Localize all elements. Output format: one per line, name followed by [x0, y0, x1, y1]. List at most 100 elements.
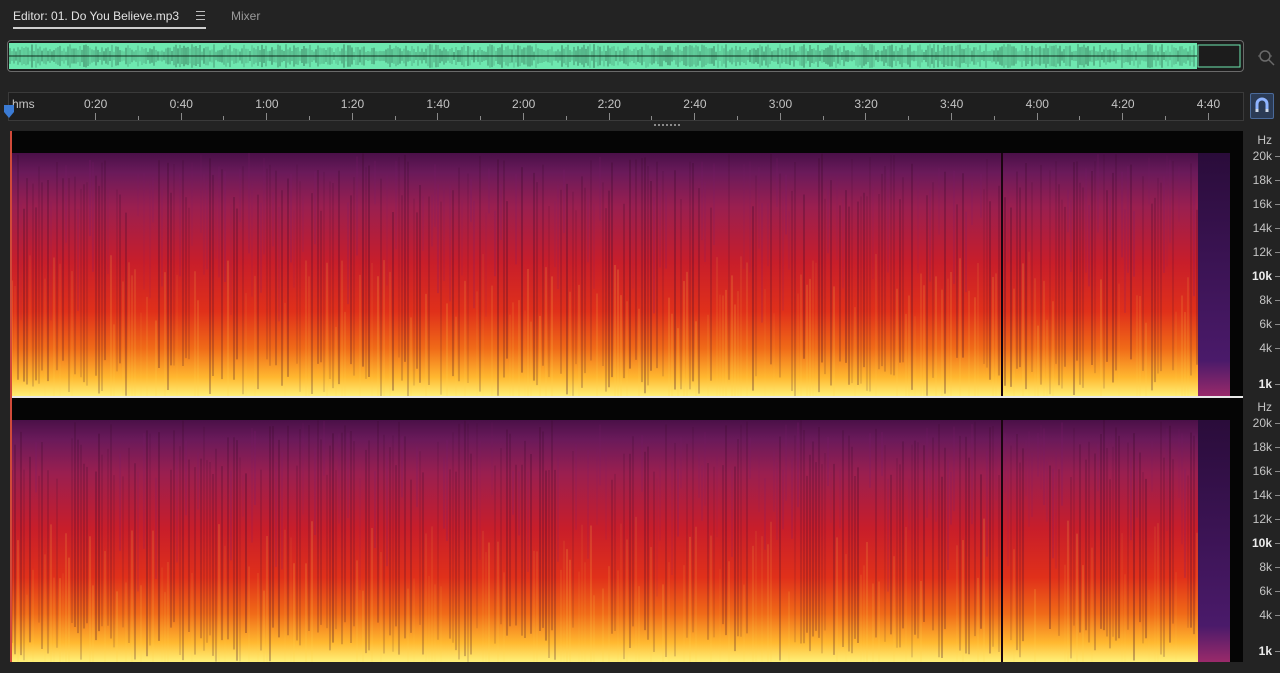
- tab-mixer[interactable]: Mixer: [231, 9, 260, 23]
- frequency-tick-label: 18k: [1252, 173, 1272, 187]
- frequency-tick-label: 10k: [1251, 536, 1272, 550]
- time-tick-label: 4:40: [1196, 97, 1221, 111]
- tab-bar: Editor: 01. Do You Believe.mp3 Mixer: [0, 0, 1280, 34]
- frequency-tick: [1275, 384, 1280, 385]
- overview-waveform-graphic: [9, 43, 1241, 69]
- time-tick: [951, 113, 952, 120]
- zoom-icon[interactable]: [1256, 47, 1276, 67]
- time-tick-label: 2:20: [597, 97, 621, 111]
- frequency-tick-label: 20k: [1252, 149, 1272, 163]
- time-minor-tick: [1165, 116, 1166, 120]
- frequency-tick-label: 4k: [1259, 341, 1272, 355]
- time-tick: [1207, 113, 1209, 120]
- frequency-tick-label: 4k: [1259, 608, 1272, 622]
- time-tick: [437, 113, 439, 120]
- time-tick: [351, 113, 353, 120]
- time-tick: [1036, 113, 1038, 120]
- time-tick: [180, 113, 182, 120]
- frequency-tick-label: 16k: [1252, 464, 1272, 478]
- frequency-tick: [1275, 447, 1280, 448]
- frequency-tick-label: 8k: [1259, 560, 1272, 574]
- frequency-tick: [1275, 204, 1280, 205]
- frequency-tick: [1275, 519, 1280, 520]
- time-tick-label: 3:20: [854, 97, 878, 111]
- spectrogram-left-graphic: [10, 131, 1243, 397]
- frequency-tick-label: 12k: [1252, 245, 1272, 259]
- frequency-tick: [1275, 543, 1280, 544]
- spectrogram-right-graphic: [10, 398, 1243, 662]
- spectrogram-channel-right[interactable]: [10, 398, 1243, 662]
- selection-start-edge: [10, 131, 12, 662]
- frequency-tick: [1275, 651, 1280, 652]
- overview-waveform[interactable]: [7, 40, 1244, 72]
- time-minor-tick: [480, 116, 482, 120]
- frequency-tick-label: 12k: [1252, 512, 1272, 526]
- time-tick: [694, 113, 696, 120]
- spectrogram-channel-left[interactable]: [10, 131, 1243, 397]
- time-minor-tick: [651, 116, 653, 120]
- frequency-unit-label: Hz: [1257, 133, 1272, 147]
- time-tick-label: 2:40: [683, 97, 707, 111]
- frequency-tick-label: 18k: [1252, 440, 1272, 454]
- time-tick: [523, 113, 524, 120]
- time-tick: [779, 113, 781, 120]
- frequency-tick: [1275, 324, 1280, 325]
- playhead-marker-icon[interactable]: [3, 104, 15, 120]
- time-minor-tick: [394, 116, 396, 120]
- snap-magnet-icon[interactable]: [1250, 93, 1274, 119]
- frequency-tick: [1275, 180, 1280, 181]
- frequency-tick: [1275, 300, 1280, 301]
- time-tick-label: 4:00: [1025, 97, 1049, 111]
- time-minor-tick: [737, 116, 738, 120]
- time-tick-label: 0:40: [169, 97, 193, 111]
- time-tick: [95, 113, 96, 120]
- time-minor-tick: [908, 116, 910, 120]
- time-tick-label: 3:00: [768, 97, 793, 111]
- frequency-tick: [1275, 471, 1280, 472]
- frequency-tick-label: 1k: [1258, 644, 1272, 658]
- time-minor-tick: [565, 116, 567, 120]
- frequency-tick: [1275, 228, 1280, 229]
- panel-resize-grip[interactable]: [654, 123, 680, 128]
- frequency-tick-label: 16k: [1252, 197, 1272, 211]
- time-ruler[interactable]: hms 0:20 0:40 1:00 1:20 1:40 2:00 2:20 2:40 3:00…: [8, 92, 1244, 121]
- time-minor-tick: [1079, 116, 1081, 120]
- frequency-tick: [1275, 423, 1280, 424]
- time-tick-label: 2:00: [512, 97, 536, 111]
- frequency-tick: [1275, 591, 1280, 592]
- frequency-tick-label: 8k: [1259, 293, 1272, 307]
- frequency-tick-label: 6k: [1259, 317, 1272, 331]
- frequency-unit-label: Hz: [1257, 400, 1272, 414]
- time-tick-label: 1:00: [255, 97, 279, 111]
- menu-icon[interactable]: [196, 11, 205, 20]
- frequency-tick-label: 14k: [1252, 488, 1272, 502]
- time-tick: [266, 113, 268, 120]
- tab-editor[interactable]: Editor: 01. Do You Believe.mp3: [13, 9, 179, 23]
- frequency-tick-label: 10k: [1251, 269, 1272, 283]
- frequency-tick: [1275, 252, 1280, 253]
- time-minor-tick: [223, 116, 225, 120]
- frequency-tick: [1275, 495, 1280, 496]
- active-tab-indicator: [13, 27, 206, 29]
- frequency-tick: [1275, 348, 1280, 349]
- time-tick-label: 1:20: [340, 97, 365, 111]
- time-minor-tick: [137, 116, 139, 120]
- frequency-tick-label: 14k: [1252, 221, 1272, 235]
- frequency-tick: [1275, 567, 1280, 568]
- frequency-tick: [1275, 156, 1280, 157]
- time-tick: [865, 113, 867, 120]
- time-tick-label: 0:20: [84, 97, 108, 111]
- time-unit-label: hms: [12, 97, 35, 111]
- frequency-tick: [1275, 615, 1280, 616]
- time-minor-tick: [309, 116, 310, 120]
- time-minor-tick: [993, 116, 995, 120]
- time-minor-tick: [822, 116, 824, 120]
- frequency-scale-right: Hz 20k 18k 16k 14k 12k 10k 8k 6k 4k 1k: [1244, 398, 1280, 662]
- frequency-tick-label: 1k: [1258, 377, 1272, 391]
- frequency-tick: [1275, 276, 1280, 277]
- time-tick-label: 3:40: [940, 97, 964, 111]
- bottom-bar: [0, 662, 1280, 673]
- time-tick: [608, 113, 610, 120]
- frequency-scale-left: Hz 20k 18k 16k 14k 12k 10k 8k 6k 4k 1k: [1244, 131, 1280, 397]
- frequency-tick-label: 6k: [1259, 584, 1272, 598]
